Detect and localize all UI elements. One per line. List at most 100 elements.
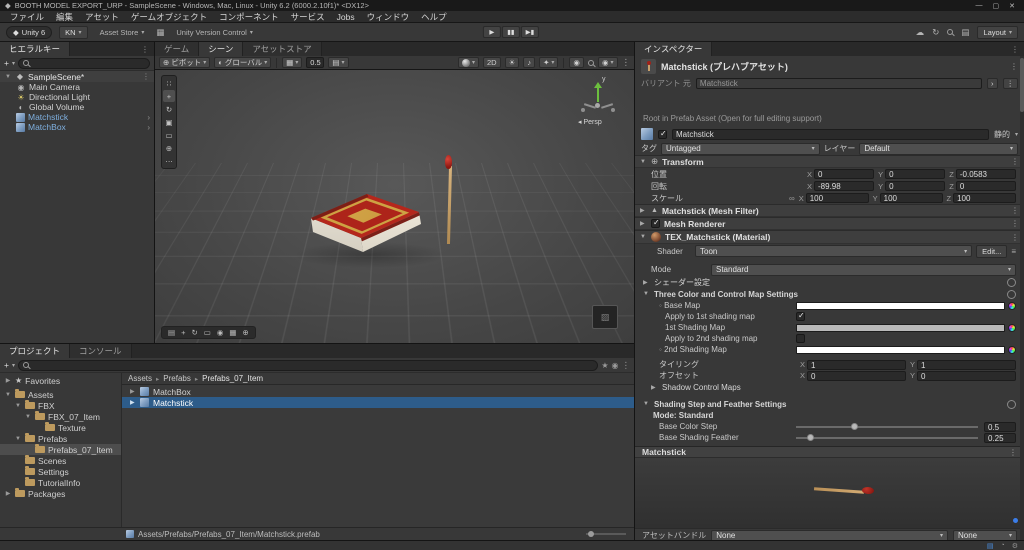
- window-grid-icon[interactable]: ▦: [156, 27, 164, 38]
- tab-game[interactable]: ゲーム: [155, 42, 200, 56]
- thumbnail-zoom-slider[interactable]: [586, 531, 626, 537]
- settings-icon[interactable]: ⚙: [1012, 542, 1018, 550]
- preview-settings-icon[interactable]: [1013, 518, 1018, 523]
- hierarchy-item-matchstick[interactable]: Matchstick ›: [0, 112, 154, 122]
- breadcrumb-prefabs-07-item[interactable]: Prefabs_07_Item: [202, 374, 263, 383]
- tree-scenes[interactable]: Scenes: [0, 455, 121, 466]
- menu-component[interactable]: コンポーネント: [213, 11, 285, 23]
- rotate-tool-icon[interactable]: ↻: [163, 103, 175, 115]
- active-checkbox[interactable]: [658, 129, 667, 139]
- grid-snap-button[interactable]: ▦ ▾: [282, 57, 303, 68]
- overlay-rotate-icon[interactable]: ↻: [191, 328, 197, 337]
- asset-bundle-variant-dropdown[interactable]: None: [953, 529, 1017, 540]
- save-search-icon[interactable]: ★: [601, 361, 608, 370]
- scale-x-field[interactable]: 100: [805, 193, 869, 203]
- rect-tool-icon[interactable]: ▭: [163, 129, 175, 141]
- scale-tool-icon[interactable]: ▣: [163, 116, 175, 128]
- offset-y-field[interactable]: 0: [917, 370, 1016, 381]
- tag-dropdown[interactable]: Untagged: [661, 142, 820, 155]
- matchstick-head[interactable]: [445, 155, 452, 169]
- tree-tutorialinfo[interactable]: TutorialInfo: [0, 477, 121, 488]
- mesh-renderer-checkbox[interactable]: [651, 218, 660, 228]
- help-icon[interactable]: [1007, 277, 1016, 287]
- rotation-x-field[interactable]: -89.98: [814, 181, 875, 191]
- shader-edit-button[interactable]: Edit...: [976, 244, 1008, 258]
- scene-viewport[interactable]: ∷ + ↻ ▣ ▭ ⊕ ⋯ ▤ + ↻ ▭ ◉ ▦ ⊕ y ◂ Persp ▨: [155, 70, 634, 343]
- overlay-snap-icon[interactable]: ▦: [229, 328, 236, 337]
- base-map-color-field[interactable]: [796, 301, 1005, 310]
- file-matchbox[interactable]: ▶ MatchBox: [122, 386, 634, 397]
- hierarchy-item-global-volume[interactable]: ◐ Global Volume: [0, 102, 154, 112]
- menu-jobs[interactable]: Jobs: [331, 12, 361, 22]
- static-dropdown-icon[interactable]: ▾: [1015, 131, 1018, 138]
- transform-tool-icon[interactable]: ⊕: [163, 142, 175, 154]
- base-color-step-field[interactable]: 0.5: [984, 421, 1016, 432]
- cloud-status-icon[interactable]: ▤: [987, 542, 994, 550]
- menu-edit[interactable]: 編集: [50, 11, 79, 23]
- shading-step-foldout[interactable]: ▼ Shading Step and Feather Settings: [635, 398, 1024, 410]
- offset-x-field[interactable]: 0: [807, 370, 906, 381]
- audio-toggle[interactable]: ♪: [523, 57, 536, 68]
- camera-preview-box[interactable]: ▨: [592, 305, 618, 329]
- overlay-eye-icon[interactable]: ◉: [217, 328, 224, 337]
- three-color-foldout[interactable]: ▼ Three Color and Control Map Settings: [635, 288, 1024, 300]
- close-icon[interactable]: ✕: [1009, 2, 1015, 10]
- breadcrumb-assets[interactable]: Assets: [128, 374, 152, 383]
- scene-visibility-toggle[interactable]: ◉: [569, 57, 584, 68]
- cloud-icon[interactable]: ☁: [916, 27, 925, 38]
- shadow-control-maps-foldout[interactable]: ▶ Shadow Control Maps: [635, 381, 1024, 393]
- material-preview[interactable]: [635, 458, 1024, 528]
- component-menu-icon[interactable]: ⋮: [1011, 219, 1019, 228]
- maximize-icon[interactable]: ▢: [993, 2, 1000, 10]
- base-color-step-slider[interactable]: [796, 422, 978, 430]
- play-button[interactable]: ▶: [482, 26, 501, 38]
- tree-favorites[interactable]: ▶ ★ Favorites: [0, 375, 121, 386]
- hierarchy-search-input[interactable]: [17, 57, 150, 69]
- component-menu-icon[interactable]: ⋮: [1011, 233, 1019, 242]
- overlay-move-icon[interactable]: +: [181, 328, 185, 337]
- tree-texture[interactable]: Texture: [0, 422, 121, 433]
- pause-button[interactable]: ▮▮: [501, 26, 520, 38]
- overlay-transform-icon[interactable]: ⊕: [243, 328, 249, 337]
- effects-dropdown[interactable]: ✦ ▾: [539, 57, 559, 68]
- 2d-toggle[interactable]: 2D: [483, 57, 501, 68]
- menu-assets[interactable]: アセット: [79, 11, 125, 23]
- apply-2nd-checkbox[interactable]: [796, 334, 805, 343]
- account-button[interactable]: KN ▾: [59, 25, 88, 39]
- help-icon[interactable]: [1007, 399, 1016, 409]
- tab-console[interactable]: コンソール: [70, 344, 132, 358]
- preview-menu-icon[interactable]: ⋮: [1009, 448, 1017, 457]
- tab-hierarchy[interactable]: ヒエラルキー: [0, 42, 71, 56]
- mesh-filter-header[interactable]: ▶ ▲ Matchstick (Mesh Filter) ⋮: [635, 204, 1024, 217]
- hierarchy-menu-icon[interactable]: ⋮: [141, 45, 149, 54]
- rotation-y-field[interactable]: 0: [885, 181, 946, 191]
- hierarchy-item-main-camera[interactable]: ◉ Main Camera: [0, 82, 154, 92]
- inspector-menu-icon[interactable]: ⋮: [1011, 45, 1019, 54]
- apply-1st-checkbox[interactable]: [796, 311, 805, 321]
- foldout-open-icon[interactable]: ▼: [4, 74, 12, 80]
- transform-component-header[interactable]: ▼ ⊕ Transform ⋮: [635, 155, 1024, 168]
- add-object-dropdown-icon[interactable]: ▾: [12, 60, 15, 67]
- tree-assets[interactable]: ▼ Assets: [0, 389, 121, 400]
- color-picker-icon[interactable]: [1008, 345, 1016, 354]
- package-visibility-icon[interactable]: ◉: [612, 361, 619, 370]
- prefab-open-chevron-icon[interactable]: ›: [147, 123, 150, 132]
- mesh-renderer-header[interactable]: ▶ Mesh Renderer ⋮: [635, 217, 1024, 230]
- tab-inspector[interactable]: インスペクター: [635, 42, 713, 56]
- orientation-gizmo[interactable]: y ◂ Persp: [578, 76, 618, 130]
- component-menu-icon[interactable]: ⋮: [1011, 206, 1019, 215]
- open-button[interactable]: ⋮: [1002, 77, 1018, 89]
- inspector-scrollbar[interactable]: [1020, 56, 1024, 540]
- material-header[interactable]: ▼ TEX_Matchstick (Material) ⋮: [635, 230, 1024, 244]
- create-asset-dropdown-icon[interactable]: ▾: [12, 362, 15, 369]
- tab-asset-store[interactable]: アセットストア: [243, 42, 322, 56]
- camera-settings-dropdown[interactable]: ◉ ▾: [597, 57, 618, 68]
- base-shading-feather-field[interactable]: 0.25: [984, 432, 1016, 443]
- tab-project[interactable]: プロジェクト: [0, 344, 71, 358]
- menu-gameobject[interactable]: ゲームオブジェクト: [125, 11, 213, 23]
- layout-dropdown[interactable]: Layout ▾: [977, 25, 1018, 39]
- scale-y-field[interactable]: 100: [879, 193, 943, 203]
- hierarchy-item-directional-light[interactable]: ☀ Directional Light: [0, 92, 154, 102]
- grid-size-field[interactable]: 0.5: [306, 57, 325, 68]
- component-menu-icon[interactable]: ⋮: [1011, 157, 1019, 166]
